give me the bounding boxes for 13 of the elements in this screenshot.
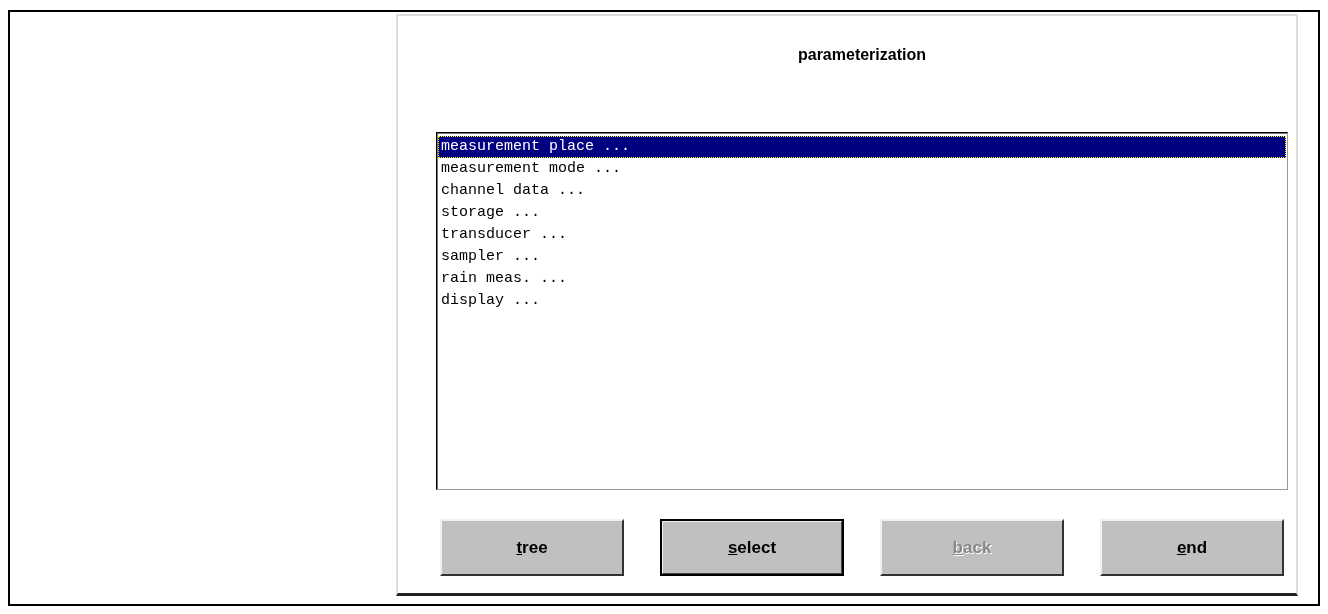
dialog-button[interactable]: select — [660, 519, 844, 576]
list-item[interactable]: rain meas. ... — [438, 268, 1286, 290]
list-box[interactable]: measurement place ... measurement mode ... channel data ... storage ... transducer ... sampler ... rain meas. ... display ... — [436, 132, 1288, 490]
list-item[interactable]: storage ... — [438, 202, 1286, 224]
dialog-title: parameterization — [796, 46, 927, 65]
list-item[interactable]: sampler ... — [438, 246, 1286, 268]
list-item[interactable]: display ... — [438, 290, 1286, 312]
list-item[interactable]: channel data ... — [438, 180, 1286, 202]
list-item[interactable]: measurement place ... — [438, 136, 1286, 158]
dialog-button[interactable]: tree — [440, 519, 624, 576]
list-item[interactable]: transducer ... — [438, 224, 1286, 246]
list-item[interactable]: measurement mode ... — [438, 158, 1286, 180]
dialog-button[interactable]: end — [1100, 519, 1284, 576]
